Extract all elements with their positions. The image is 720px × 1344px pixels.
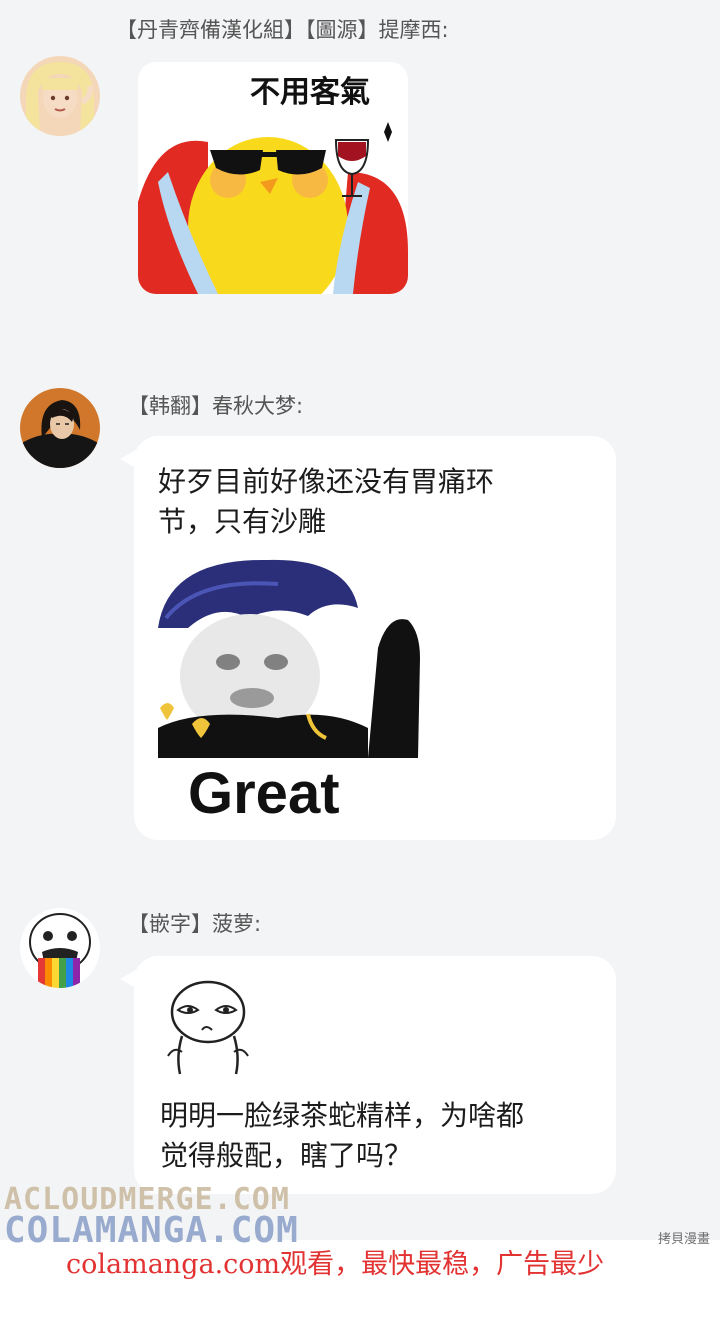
sticker-caption-2: Great [188,761,340,820]
sender-name-3: 【嵌字】菠萝: [128,912,262,936]
footer-ad-text[interactable]: colamanga.com观看，最快最稳，广告最少 [66,1242,604,1281]
sticker-great[interactable]: Great [158,558,428,820]
bubble-tail [120,970,136,988]
avatar-3[interactable] [20,908,100,988]
bubble-tail [120,450,136,468]
avatar-1[interactable] [20,56,100,136]
sender-name-1: 【丹青齊備漢化組】【圖源】提摩西: [116,18,449,42]
message-text-3a: 明明一脸绿茶蛇精样，为啥都 [160,1099,525,1132]
message-text-2b: 节，只有沙雕 [158,505,327,538]
sticker-caption-1: 不用客氣 [250,75,370,110]
avatar-2[interactable] [20,388,100,468]
sticker-smirk-face[interactable] [158,976,258,1076]
sticker-cool-chick[interactable]: 不用客氣 [138,62,408,294]
message-text-3b: 觉得般配，瞎了吗？ [160,1139,413,1172]
message-text-2a: 好歹目前好像还没有胃痛环 [158,465,495,498]
watermark-tiny-logo: 拷貝漫畫 [657,1232,710,1247]
sender-name-2: 【韩翻】春秋大梦: [128,394,304,418]
